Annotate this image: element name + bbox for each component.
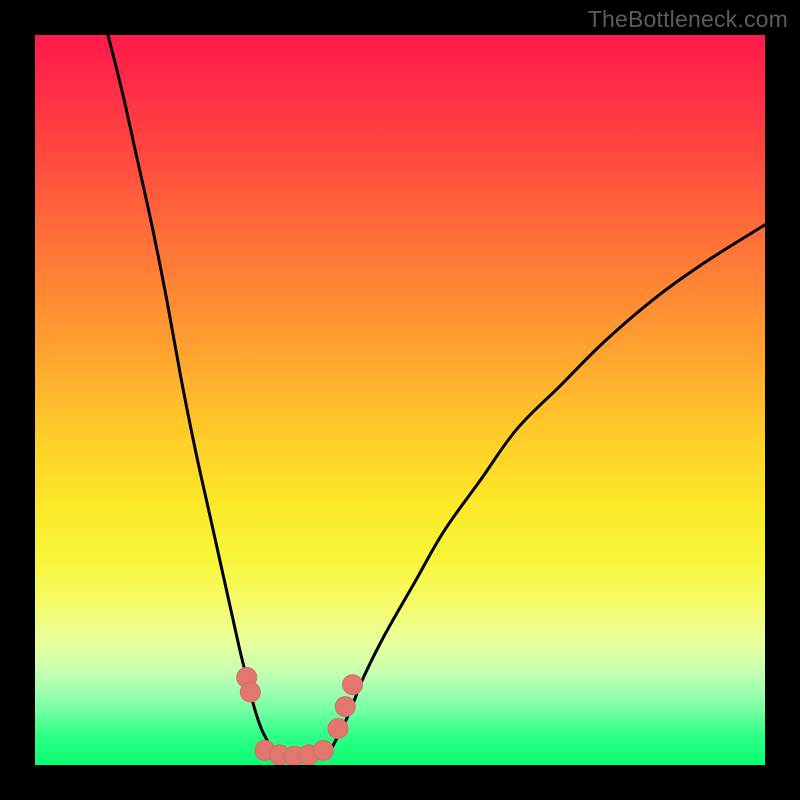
- marker-floor-dot-5: [313, 740, 333, 760]
- marker-right-dot-1: [328, 719, 348, 739]
- plot-area: [35, 35, 765, 765]
- series-right-curve: [327, 225, 765, 758]
- chart-svg: [35, 35, 765, 765]
- series-left-curve: [108, 35, 276, 758]
- marker-left-dot-2: [240, 682, 260, 702]
- series-group: [108, 35, 765, 758]
- watermark-text: TheBottleneck.com: [588, 6, 788, 33]
- marker-right-dot-2: [335, 697, 355, 717]
- marker-right-dot-3: [343, 675, 363, 695]
- outer-frame: TheBottleneck.com: [0, 0, 800, 800]
